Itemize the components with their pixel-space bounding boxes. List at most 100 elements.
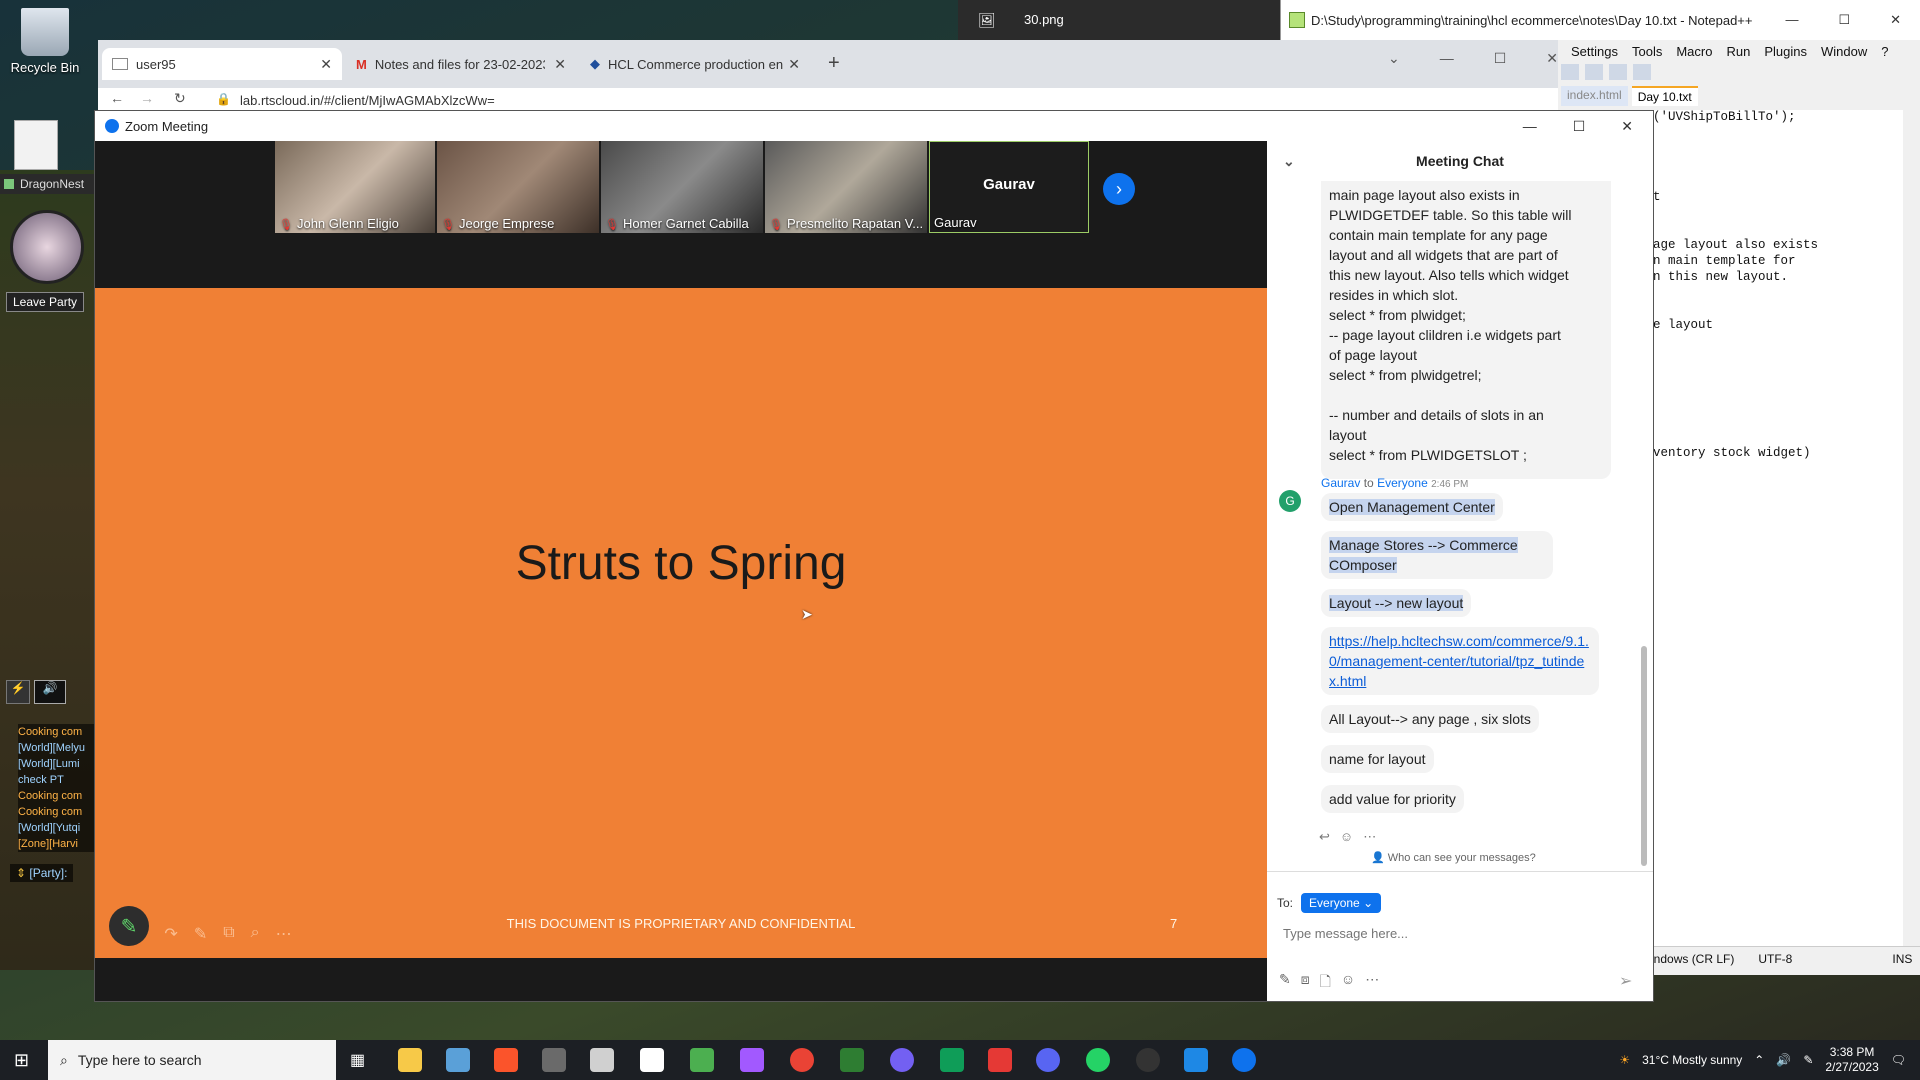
- participant-tile[interactable]: 🎙 Presmelito Rapatan V...: [765, 141, 927, 233]
- file-icon[interactable]: 🗋: [1320, 971, 1331, 995]
- clock[interactable]: 3:38 PM 2/27/2023: [1825, 1045, 1878, 1075]
- zoom-taskbar-icon[interactable]: [1232, 1048, 1256, 1072]
- photo-viewer-titlebar[interactable]: 🖼 30.png: [958, 0, 1280, 40]
- close-icon[interactable]: ✕: [1890, 12, 1901, 28]
- more-icon[interactable]: ⋯: [1365, 971, 1379, 995]
- weather-text[interactable]: 31°C Mostly sunny: [1642, 1053, 1742, 1067]
- emoji-icon[interactable]: ☺: [1341, 971, 1355, 995]
- notepadpp-editor[interactable]: ('UVShipToBillTo'); t age layout also exis…: [1653, 110, 1903, 950]
- taskbar-search-box[interactable]: ⌕ Type here to search: [48, 1040, 336, 1080]
- party-chat-input[interactable]: ⇕ [Party]:: [10, 864, 74, 882]
- figma-icon[interactable]: [740, 1048, 764, 1072]
- recycle-bin-shortcut[interactable]: Recycle Bin: [0, 8, 90, 75]
- send-icon[interactable]: ➢: [1619, 971, 1632, 991]
- close-tab-icon[interactable]: ✕: [320, 56, 332, 73]
- tab-day10-txt[interactable]: Day 10.txt: [1631, 86, 1698, 106]
- app-icon[interactable]: [988, 1048, 1012, 1072]
- toolbar-icon[interactable]: [1609, 64, 1627, 80]
- maximize-icon[interactable]: ☐: [1494, 50, 1507, 67]
- participant-tile[interactable]: 🎙 Jeorge Emprese: [437, 141, 599, 233]
- next-participants-button[interactable]: ›: [1103, 173, 1135, 205]
- speaker-icon[interactable]: 🔊: [1776, 1053, 1791, 1067]
- tab-index-html[interactable]: index.html: [1561, 86, 1628, 106]
- minimize-icon[interactable]: —: [1523, 118, 1537, 135]
- menu-plugins[interactable]: Plugins: [1764, 44, 1807, 59]
- format-icon[interactable]: ✎: [1279, 971, 1291, 995]
- menu-window[interactable]: Window: [1821, 44, 1867, 59]
- whatsapp-icon[interactable]: [1086, 1048, 1110, 1072]
- chevron-up-icon[interactable]: ⌃: [1754, 1053, 1764, 1067]
- more-icon[interactable]: ⋯: [276, 924, 292, 944]
- chat-scrollbar[interactable]: [1641, 646, 1647, 866]
- zoom-titlebar[interactable]: Zoom Meeting — ☐ ✕: [95, 111, 1653, 141]
- who-can-see-link[interactable]: 👤 Who can see your messages?: [1371, 851, 1536, 864]
- menu-run[interactable]: Run: [1726, 44, 1750, 59]
- menu-tools[interactable]: Tools: [1632, 44, 1662, 59]
- chevron-down-icon[interactable]: ⌄: [1283, 153, 1295, 170]
- menu-settings[interactable]: Settings: [1571, 44, 1618, 59]
- file-explorer-icon[interactable]: [398, 1048, 422, 1072]
- menu-macro[interactable]: Macro: [1676, 44, 1712, 59]
- screenshot-icon[interactable]: ⧈: [1301, 971, 1310, 995]
- copy-icon[interactable]: ⧉: [223, 924, 234, 944]
- photos-icon[interactable]: [1184, 1048, 1208, 1072]
- close-icon[interactable]: ✕: [1546, 50, 1558, 67]
- redo-icon[interactable]: ↷: [164, 924, 177, 944]
- notepadpp-taskbar-icon[interactable]: [690, 1048, 714, 1072]
- file-icon[interactable]: [14, 120, 58, 170]
- zoom-icon[interactable]: ⌕: [251, 924, 260, 944]
- annotate-button[interactable]: ✎: [109, 906, 149, 946]
- emoji-reaction-icon[interactable]: ☺: [1340, 829, 1353, 845]
- close-tab-icon[interactable]: ✕: [788, 56, 800, 73]
- game-tool-icon[interactable]: ⚡: [6, 680, 30, 704]
- reload-icon[interactable]: ↻: [174, 90, 186, 107]
- tab-hcl-commerce[interactable]: ◆ HCL Commerce production envi ✕: [580, 48, 810, 80]
- reply-icon[interactable]: ↩: [1319, 829, 1330, 845]
- toolbar-icon[interactable]: [1585, 64, 1603, 80]
- chrome-icon[interactable]: [790, 1048, 814, 1072]
- sender-name[interactable]: Gaurav: [1321, 476, 1360, 490]
- maximize-icon[interactable]: ☐: [1573, 118, 1586, 135]
- notepadpp-titlebar[interactable]: D:\Study\programming\training\hcl ecomme…: [1281, 0, 1920, 40]
- participant-tile[interactable]: 🎙 Homer Garnet Cabilla: [601, 141, 763, 233]
- tab-user95[interactable]: user95 ✕: [102, 48, 342, 80]
- minimize-icon[interactable]: —: [1785, 12, 1798, 28]
- message-link[interactable]: https://help.hcltechsw.com/commerce/9.1.…: [1329, 633, 1589, 689]
- pen-icon[interactable]: ✎: [194, 924, 207, 944]
- tab-notes-and-files[interactable]: M Notes and files for 23-02-2023 - ✕: [346, 48, 576, 80]
- app-icon[interactable]: [840, 1048, 864, 1072]
- discord-icon[interactable]: [1036, 1048, 1060, 1072]
- editor-scrollbar[interactable]: [1903, 110, 1920, 950]
- app-icon[interactable]: [1136, 1048, 1160, 1072]
- toolbar-icon[interactable]: [1633, 64, 1651, 80]
- maximize-icon[interactable]: ☐: [1838, 12, 1850, 28]
- app-icon[interactable]: [590, 1048, 614, 1072]
- more-icon[interactable]: ⋯: [1363, 829, 1376, 845]
- app-icon[interactable]: [542, 1048, 566, 1072]
- speaker-icon[interactable]: 🔊: [34, 680, 66, 704]
- intellij-icon[interactable]: [640, 1048, 664, 1072]
- leave-party-button[interactable]: Leave Party: [6, 292, 85, 312]
- pen-icon[interactable]: ✎: [1803, 1053, 1813, 1067]
- app-icon[interactable]: [940, 1048, 964, 1072]
- toolbar-icon[interactable]: [1561, 64, 1579, 80]
- back-icon[interactable]: ←: [110, 90, 124, 106]
- app-icon[interactable]: [446, 1048, 470, 1072]
- character-avatar[interactable]: [10, 210, 84, 284]
- forward-icon[interactable]: →: [140, 90, 154, 106]
- participant-tile[interactable]: 🎙 John Glenn Eligio: [275, 141, 435, 233]
- viber-icon[interactable]: [890, 1048, 914, 1072]
- dragonnest-taskbar-tab[interactable]: DragonNest: [0, 174, 96, 194]
- close-icon[interactable]: ✕: [1621, 118, 1633, 135]
- minimize-icon[interactable]: —: [1440, 50, 1454, 67]
- chevron-down-icon[interactable]: ⌄: [1388, 50, 1400, 67]
- notification-icon[interactable]: 🗨: [1891, 1053, 1906, 1067]
- url-field[interactable]: lab.rtscloud.in/#/client/MjIwAGMAbXlzcWw…: [240, 93, 495, 108]
- close-tab-icon[interactable]: ✕: [554, 56, 566, 73]
- recipient-dropdown[interactable]: Everyone ⌄: [1301, 893, 1382, 913]
- chat-message-input[interactable]: [1281, 925, 1615, 942]
- new-tab-icon[interactable]: +: [828, 52, 840, 75]
- menu-help[interactable]: ?: [1881, 44, 1888, 59]
- task-view-icon[interactable]: ▦: [350, 1050, 365, 1070]
- brave-icon[interactable]: [494, 1048, 518, 1072]
